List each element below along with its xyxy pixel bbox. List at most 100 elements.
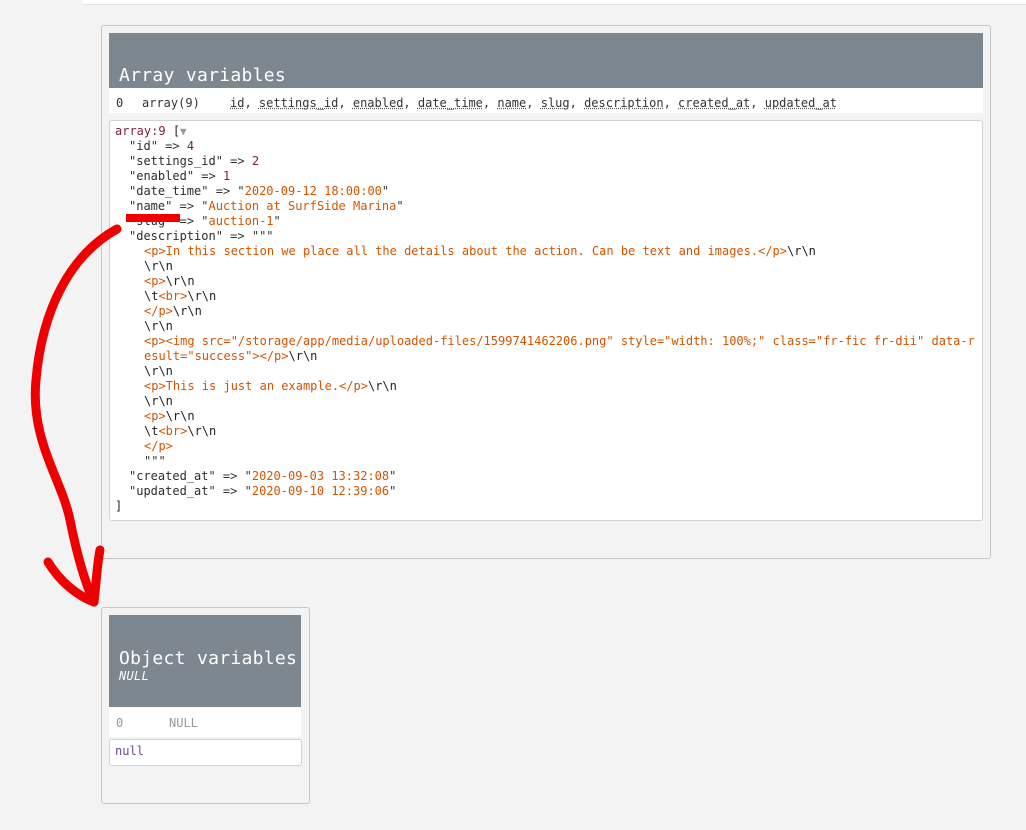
array-variables-title: Array variables: [119, 65, 287, 86]
arrow: " =>: [208, 469, 245, 483]
quote: ": [273, 214, 281, 228]
escape-seq: \r\n: [288, 349, 318, 363]
dump-entry: "date_time" => "2020-09-12 18:00:00": [129, 184, 389, 199]
arrow: " =>: [150, 139, 187, 153]
escape-seq: \r\n: [187, 424, 217, 438]
close-bracket: ]: [115, 499, 123, 513]
key-settings-id: settings_id: [258, 96, 339, 110]
escape-seq: \r\n: [144, 259, 173, 273]
dump-entry: "name" => "Auction at SurfSide Marina": [129, 199, 404, 214]
array-summary-row: 0 array(9) id, settings_id, enabled, dat…: [109, 88, 983, 113]
quote: ": [244, 469, 252, 483]
row-type: array(9): [142, 96, 200, 110]
description-line: <p><img src="/storage/app/media/uploaded…: [144, 334, 975, 349]
quote: ": [389, 469, 397, 483]
html-fragment: <p>This is just an example.</p>: [144, 379, 368, 393]
description-line: </p>: [144, 439, 173, 454]
object-variables-panel: Object variables NULL 0 NULL null: [101, 607, 310, 804]
entry-key: created_at: [136, 469, 209, 483]
arrow: " => """: [215, 229, 274, 243]
description-line: <p>\r\n: [144, 274, 195, 289]
quote: ": [396, 199, 404, 213]
escape-seq: \t: [144, 289, 159, 303]
arrow: " =>: [215, 154, 252, 168]
entry-value: Auction at SurfSide Marina: [208, 199, 397, 213]
key-enabled: enabled: [352, 96, 404, 110]
description-close: """: [144, 454, 166, 469]
entry-value: 2020-09-10 12:39:06: [251, 484, 390, 498]
key-slug: slug: [540, 96, 570, 110]
key-description: description: [584, 96, 664, 110]
html-fragment: <p>In this section we place all the deta…: [144, 244, 787, 258]
description-line: <p>This is just an example.</p>\r\n: [144, 379, 397, 394]
arrow: " =>: [201, 184, 238, 198]
html-fragment: <p><img src="/storage/app/media/uploaded…: [144, 334, 975, 348]
collapse-toggle-icon[interactable]: ▼: [180, 125, 187, 138]
key-name: name: [497, 96, 527, 110]
annotation-arrow-head: [43, 545, 105, 607]
open-bracket: [: [172, 124, 181, 138]
description-line: \r\n: [144, 364, 173, 379]
null-value: null: [115, 744, 144, 758]
escape-seq: \r\n: [144, 364, 173, 378]
array-key-list: id, settings_id, enabled, date_time, nam…: [230, 96, 837, 110]
object-variables-title: Object variables: [119, 648, 298, 669]
key-updated-at: updated_at: [764, 96, 837, 110]
escape-seq: \r\n: [144, 319, 173, 333]
entry-key: updated_at: [136, 484, 209, 498]
description-line: esult="success"></p>\r\n: [144, 349, 317, 364]
entry-key: id: [136, 139, 151, 153]
html-fragment: </p>: [144, 304, 173, 318]
array-dump: array:9 [▼ "id" => 4 "settings_id" => 2 "en…: [109, 120, 983, 521]
html-fragment: esult="success"></p>: [144, 349, 289, 363]
escape-seq: \r\n: [367, 379, 397, 393]
escape-seq: \r\n: [172, 304, 202, 318]
description-line: \t<br>\r\n: [144, 289, 216, 304]
html-fragment: <br>: [158, 289, 188, 303]
entry-key: name: [136, 199, 166, 213]
html-fragment: </p>: [144, 439, 173, 453]
entry-value: 4: [186, 139, 195, 153]
quote: ": [201, 199, 209, 213]
entry-value: 1: [222, 169, 231, 183]
dump-header: array:9 [▼: [115, 124, 187, 139]
triple-quote: """: [144, 454, 166, 468]
row-index: 0: [116, 96, 124, 110]
quote: ": [237, 184, 245, 198]
description-line: \t<br>\r\n: [144, 424, 216, 439]
description-line: \r\n: [144, 259, 173, 274]
entry-value: 2020-09-03 13:32:08: [251, 469, 390, 483]
entry-key: description: [136, 229, 216, 243]
entry-key: enabled: [136, 169, 187, 183]
entry-key: slug: [136, 214, 166, 228]
object-summary-row: 0 NULL: [109, 707, 301, 737]
dump-entry: "id" => 4: [129, 139, 194, 154]
key-created-at: created_at: [678, 96, 751, 110]
entry-value: auction-1: [208, 214, 274, 228]
description-line: \r\n: [144, 394, 173, 409]
html-fragment: <p>: [144, 409, 166, 423]
quote: ": [381, 184, 390, 198]
description-line: <p>\r\n: [144, 409, 195, 424]
description-line: \r\n: [144, 319, 173, 334]
quote: ": [244, 484, 252, 498]
entry-value: 2020-09-12 18:00:00: [244, 184, 382, 198]
html-fragment: <p>: [144, 274, 166, 288]
dump-entry: "enabled" => 1: [129, 169, 230, 184]
object-dump: null: [109, 739, 302, 766]
key-id: id: [230, 96, 245, 110]
dump-entry: "created_at" => "2020-09-03 13:32:08": [129, 469, 396, 484]
quote: ": [201, 214, 209, 228]
arrow: " =>: [186, 169, 223, 183]
description-line: </p>\r\n: [144, 304, 202, 319]
dump-close: ]: [115, 499, 122, 514]
object-variables-header: Object variables NULL: [109, 615, 301, 707]
entry-key: date_time: [136, 184, 202, 198]
array-variables-panel: Array variables 0 array(9) id, settings_…: [101, 25, 991, 559]
array-variables-header: Array variables: [109, 33, 983, 88]
row-type: NULL: [169, 716, 198, 730]
dump-entry: "updated_at" => "2020-09-10 12:39:06": [129, 484, 396, 499]
escape-seq: \r\n: [787, 244, 816, 258]
dump-entry: "settings_id" => 2: [129, 154, 259, 169]
object-variables-subtitle: NULL: [119, 669, 150, 683]
